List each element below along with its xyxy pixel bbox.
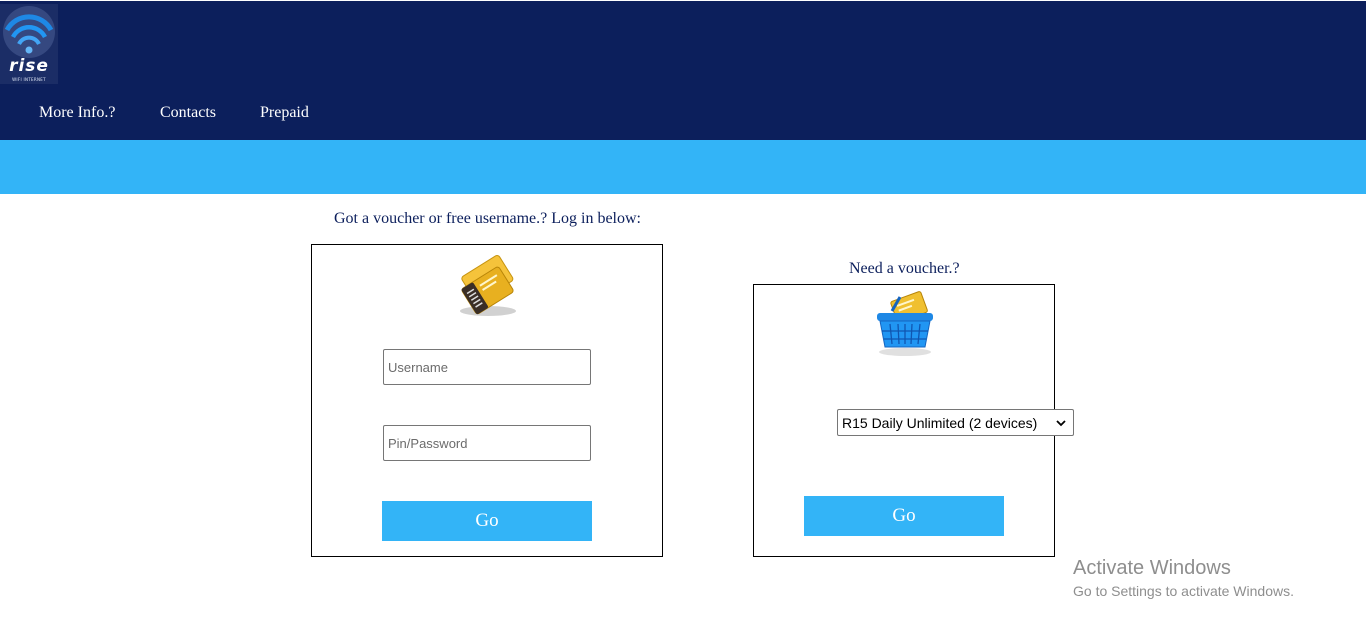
login-panel: Go [311,244,663,557]
purchase-panel: R15 Daily Unlimited (2 devices) Go [753,284,1074,557]
password-input[interactable] [383,425,591,461]
activate-windows-subtitle: Go to Settings to activate Windows. [1073,583,1294,599]
login-go-button[interactable]: Go [382,501,592,541]
voucher-plan-selected: R15 Daily Unlimited (2 devices) [842,414,1038,431]
site-header: rise WIFI INTERNET More Info.? Contacts … [0,1,1366,140]
nav-link-more-info[interactable]: More Info.? [39,104,115,122]
voucher-card-icon [460,255,516,316]
logo-tagline: WIFI INTERNET [12,77,46,82]
rise-logo[interactable]: rise WIFI INTERNET [0,4,58,84]
login-caption: Got a voucher or free username.? Log in … [334,210,641,227]
wifi-logo-icon [3,6,55,58]
chevron-down-icon [1056,420,1066,427]
username-input[interactable] [383,349,591,385]
purchase-go-button[interactable]: Go [804,496,1004,536]
accent-band [0,140,1366,194]
logo-wordmark: rise [9,56,49,76]
purchase-caption: Need a voucher.? [849,260,960,277]
activate-windows-title: Activate Windows [1073,557,1231,579]
voucher-plan-select[interactable]: R15 Daily Unlimited (2 devices) [837,409,1074,436]
nav-link-contacts[interactable]: Contacts [160,104,216,122]
nav-link-prepaid[interactable]: Prepaid [260,104,309,122]
shopping-basket-icon [877,291,933,356]
